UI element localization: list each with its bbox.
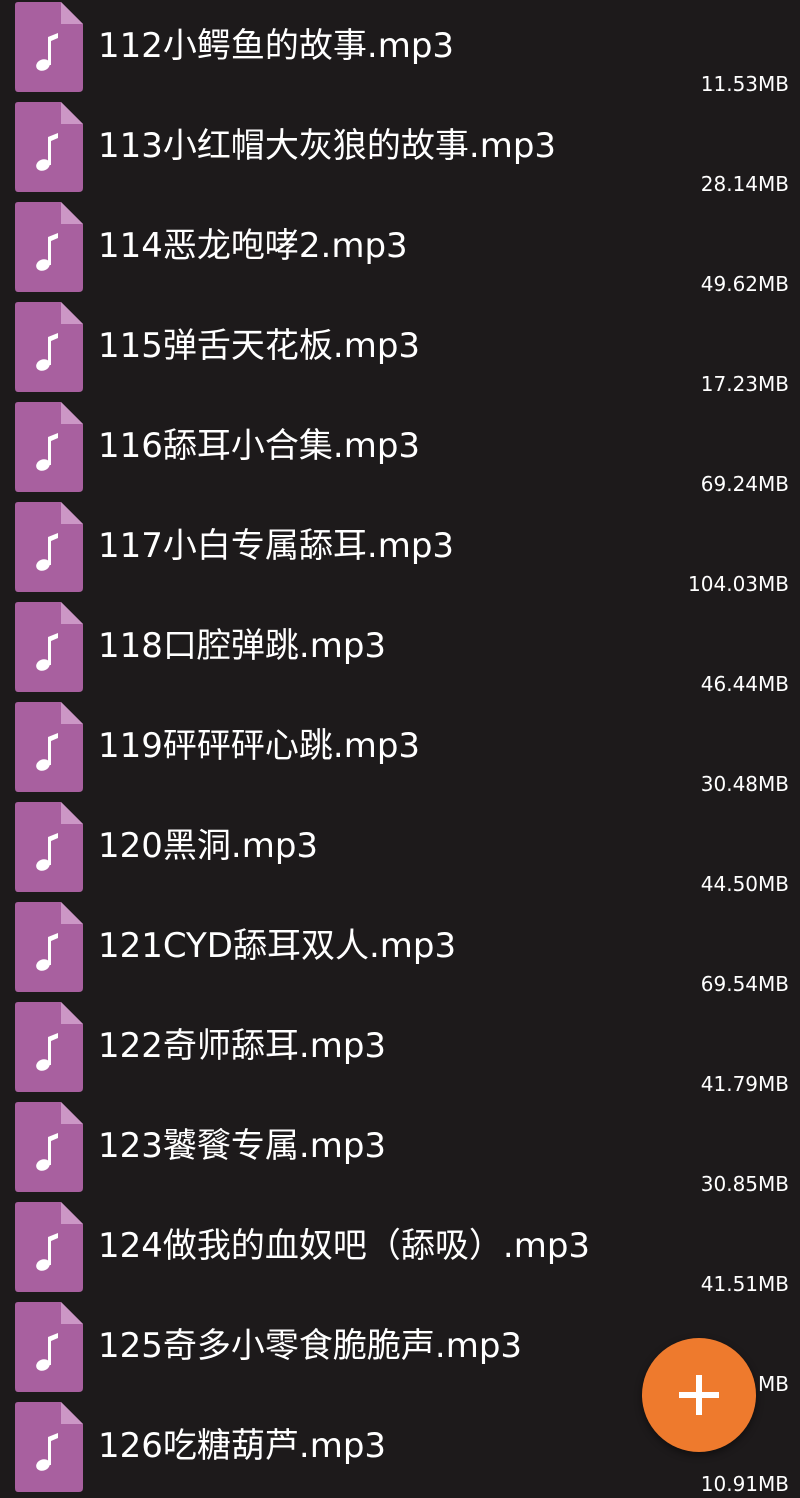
- file-row[interactable]: 113小红帽大灰狼的故事.mp3 28.14MB: [0, 100, 800, 200]
- file-row[interactable]: 119砰砰砰心跳.mp3 30.48MB: [0, 700, 800, 800]
- file-name: 117小白专属舔耳.mp3: [98, 526, 455, 566]
- music-file-icon: [15, 702, 83, 792]
- add-button[interactable]: [642, 1338, 756, 1452]
- file-size: 44.50MB: [700, 872, 789, 896]
- file-size: 30.85MB: [700, 1172, 789, 1196]
- file-row[interactable]: 118口腔弹跳.mp3 46.44MB: [0, 600, 800, 700]
- music-file-icon: [15, 902, 83, 992]
- music-file-icon: [15, 1402, 83, 1492]
- file-size: 104.03MB: [688, 572, 789, 596]
- file-name: 126吃糖葫芦.mp3: [98, 1426, 387, 1466]
- file-row[interactable]: 116舔耳小合集.mp3 69.24MB: [0, 400, 800, 500]
- file-name: 125奇多小零食脆脆声.mp3: [98, 1326, 523, 1366]
- file-name: 122奇师舔耳.mp3: [98, 1026, 387, 1066]
- music-file-icon: [15, 302, 83, 392]
- file-name: 123饕餮专属.mp3: [98, 1126, 387, 1166]
- music-file-icon: [15, 1202, 83, 1292]
- music-file-icon: [15, 502, 83, 592]
- file-row[interactable]: 117小白专属舔耳.mp3 104.03MB: [0, 500, 800, 600]
- file-size: 69.54MB: [700, 972, 789, 996]
- file-name: 114恶龙咆哮2.mp3: [98, 226, 408, 266]
- file-name: 120黑洞.mp3: [98, 826, 319, 866]
- file-name: 124做我的血奴吧（舔吸）.mp3: [98, 1226, 591, 1266]
- file-size: 41.51MB: [700, 1272, 789, 1296]
- file-size: 69.24MB: [700, 472, 789, 496]
- file-name: 118口腔弹跳.mp3: [98, 626, 387, 666]
- file-size: 49.62MB: [700, 272, 789, 296]
- music-file-icon: [15, 602, 83, 692]
- file-row[interactable]: 121CYD舔耳双人.mp3 69.54MB: [0, 900, 800, 1000]
- file-name: 116舔耳小合集.mp3: [98, 426, 421, 466]
- file-row[interactable]: 122奇师舔耳.mp3 41.79MB: [0, 1000, 800, 1100]
- file-row[interactable]: 114恶龙咆哮2.mp3 49.62MB: [0, 200, 800, 300]
- file-size: 46.44MB: [700, 672, 789, 696]
- music-file-icon: [15, 1102, 83, 1192]
- file-name: 119砰砰砰心跳.mp3: [98, 726, 421, 766]
- file-name: 121CYD舔耳双人.mp3: [98, 926, 457, 966]
- music-file-icon: [15, 1302, 83, 1392]
- file-size: 10.91MB: [700, 1472, 789, 1496]
- file-size: 30.48MB: [700, 772, 789, 796]
- music-file-icon: [15, 202, 83, 292]
- music-file-icon: [15, 1002, 83, 1092]
- file-row[interactable]: 124做我的血奴吧（舔吸）.mp3 41.51MB: [0, 1200, 800, 1300]
- music-file-icon: [15, 402, 83, 492]
- file-size: 41.79MB: [700, 1072, 789, 1096]
- file-row[interactable]: 120黑洞.mp3 44.50MB: [0, 800, 800, 900]
- music-file-icon: [15, 102, 83, 192]
- file-row[interactable]: 112小鳄鱼的故事.mp3 11.53MB: [0, 0, 800, 100]
- file-row[interactable]: 123饕餮专属.mp3 30.85MB: [0, 1100, 800, 1200]
- music-file-icon: [15, 802, 83, 892]
- music-file-icon: [15, 2, 83, 92]
- file-size: MB: [758, 1372, 789, 1396]
- file-row[interactable]: 115弹舌天花板.mp3 17.23MB: [0, 300, 800, 400]
- file-size: 28.14MB: [700, 172, 789, 196]
- file-name: 115弹舌天花板.mp3: [98, 326, 421, 366]
- file-name: 112小鳄鱼的故事.mp3: [98, 26, 455, 66]
- file-name: 113小红帽大灰狼的故事.mp3: [98, 126, 557, 166]
- file-size: 11.53MB: [700, 72, 789, 96]
- file-size: 17.23MB: [700, 372, 789, 396]
- plus-icon: [679, 1375, 719, 1415]
- file-list: 112小鳄鱼的故事.mp3 11.53MB 113小红帽大灰狼的故事.mp3 2…: [0, 0, 800, 1498]
